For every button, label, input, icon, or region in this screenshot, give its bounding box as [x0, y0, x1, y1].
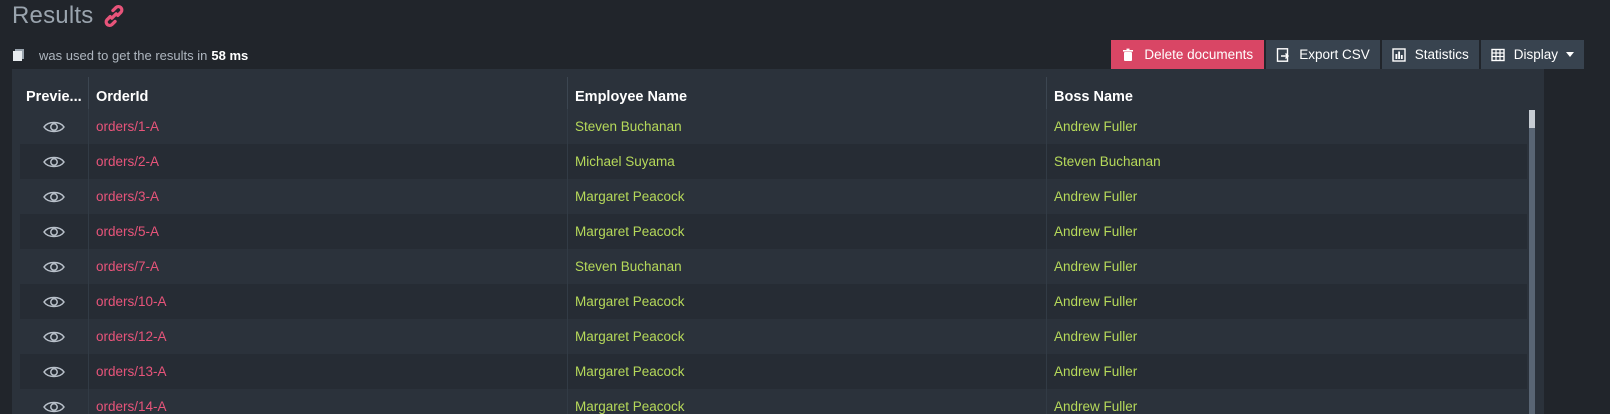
preview-eye-icon[interactable]: [20, 389, 89, 414]
preview-eye-icon[interactable]: [20, 109, 89, 144]
table-row: orders/12-A Margaret Peacock Andrew Full…: [20, 319, 1527, 354]
preview-eye-icon[interactable]: [20, 249, 89, 284]
table-row: orders/1-A Steven Buchanan Andrew Fuller: [20, 109, 1527, 144]
table-row: orders/13-A Margaret Peacock Andrew Full…: [20, 354, 1527, 389]
cell-boss-name: Andrew Fuller: [1054, 329, 1138, 344]
preview-eye-icon[interactable]: [20, 319, 89, 354]
statistics-button[interactable]: Statistics: [1381, 40, 1479, 69]
cell-employee-name: Margaret Peacock: [568, 179, 1047, 214]
delete-documents-button[interactable]: Delete documents: [1111, 40, 1265, 69]
query-info: was used to get the results in 58 ms: [12, 44, 248, 66]
info-text: was used to get the results in: [39, 47, 208, 63]
cell-order-id[interactable]: orders/3-A: [89, 179, 568, 214]
cell-boss-name: Steven Buchanan: [1054, 154, 1161, 169]
page-title: Results: [12, 2, 94, 29]
table-row: orders/10-A Margaret Peacock Andrew Full…: [20, 284, 1527, 319]
table-row: orders/7-A Steven Buchanan Andrew Fuller: [20, 249, 1527, 284]
cell-order-id[interactable]: orders/10-A: [89, 284, 568, 319]
cell-boss-name: Andrew Fuller: [1054, 189, 1138, 204]
preview-eye-icon[interactable]: [20, 284, 89, 319]
trash-icon: [1121, 48, 1135, 62]
preview-eye-icon[interactable]: [20, 354, 89, 389]
table-row: orders/14-A Margaret Peacock Andrew Full…: [20, 389, 1527, 414]
grid-body: orders/1-A Steven Buchanan Andrew Fuller…: [20, 109, 1527, 414]
document-icon: [12, 48, 26, 62]
cell-order-id[interactable]: orders/2-A: [89, 144, 568, 179]
preview-eye-icon[interactable]: [20, 144, 89, 179]
display-dropdown[interactable]: Display: [1480, 40, 1584, 69]
cell-boss-name: Andrew Fuller: [1054, 399, 1138, 414]
cell-order-id[interactable]: orders/12-A: [89, 319, 568, 354]
results-toolbar: Delete documents Export CSV Statistics D…: [1111, 40, 1584, 69]
cell-boss-name: Andrew Fuller: [1054, 364, 1138, 379]
cell-employee-name: Margaret Peacock: [568, 354, 1047, 389]
cell-boss-name: Andrew Fuller: [1054, 259, 1138, 274]
export-icon: [1276, 47, 1290, 62]
table-row: orders/3-A Margaret Peacock Andrew Fulle…: [20, 179, 1527, 214]
cell-employee-name: Margaret Peacock: [568, 284, 1047, 319]
query-duration: 58 ms: [211, 47, 249, 63]
bar-chart-icon: [1392, 47, 1406, 62]
link-icon[interactable]: [101, 3, 127, 29]
preview-eye-icon[interactable]: [20, 214, 89, 249]
cell-order-id[interactable]: orders/1-A: [89, 109, 568, 144]
cell-employee-name: Margaret Peacock: [568, 214, 1047, 249]
cell-employee-name: Steven Buchanan: [568, 109, 1047, 144]
cell-order-id[interactable]: orders/14-A: [89, 389, 568, 414]
vertical-scrollbar[interactable]: [1529, 110, 1535, 414]
results-grid: Previe... OrderId Employee Name Boss Nam…: [12, 69, 1544, 414]
cell-employee-name: Margaret Peacock: [568, 389, 1047, 414]
cell-order-id[interactable]: orders/13-A: [89, 354, 568, 389]
scrollbar-thumb[interactable]: [1529, 110, 1535, 128]
table-row: orders/2-A Michael Suyama Steven Buchana…: [20, 144, 1527, 179]
cell-employee-name: Michael Suyama: [568, 144, 1047, 179]
cell-employee-name: Margaret Peacock: [568, 319, 1047, 354]
preview-eye-icon[interactable]: [20, 179, 89, 214]
cell-boss-name: Andrew Fuller: [1054, 119, 1138, 134]
cell-boss-name: Andrew Fuller: [1054, 294, 1138, 309]
cell-order-id[interactable]: orders/5-A: [89, 214, 568, 249]
cell-order-id[interactable]: orders/7-A: [89, 249, 568, 284]
table-row: orders/5-A Margaret Peacock Andrew Fulle…: [20, 214, 1527, 249]
results-header: Results: [12, 0, 127, 32]
cell-employee-name: Steven Buchanan: [568, 249, 1047, 284]
chevron-down-icon: [1566, 52, 1574, 57]
export-csv-button[interactable]: Export CSV: [1266, 40, 1380, 69]
table-icon: [1491, 48, 1505, 62]
cell-boss-name: Andrew Fuller: [1054, 224, 1138, 239]
